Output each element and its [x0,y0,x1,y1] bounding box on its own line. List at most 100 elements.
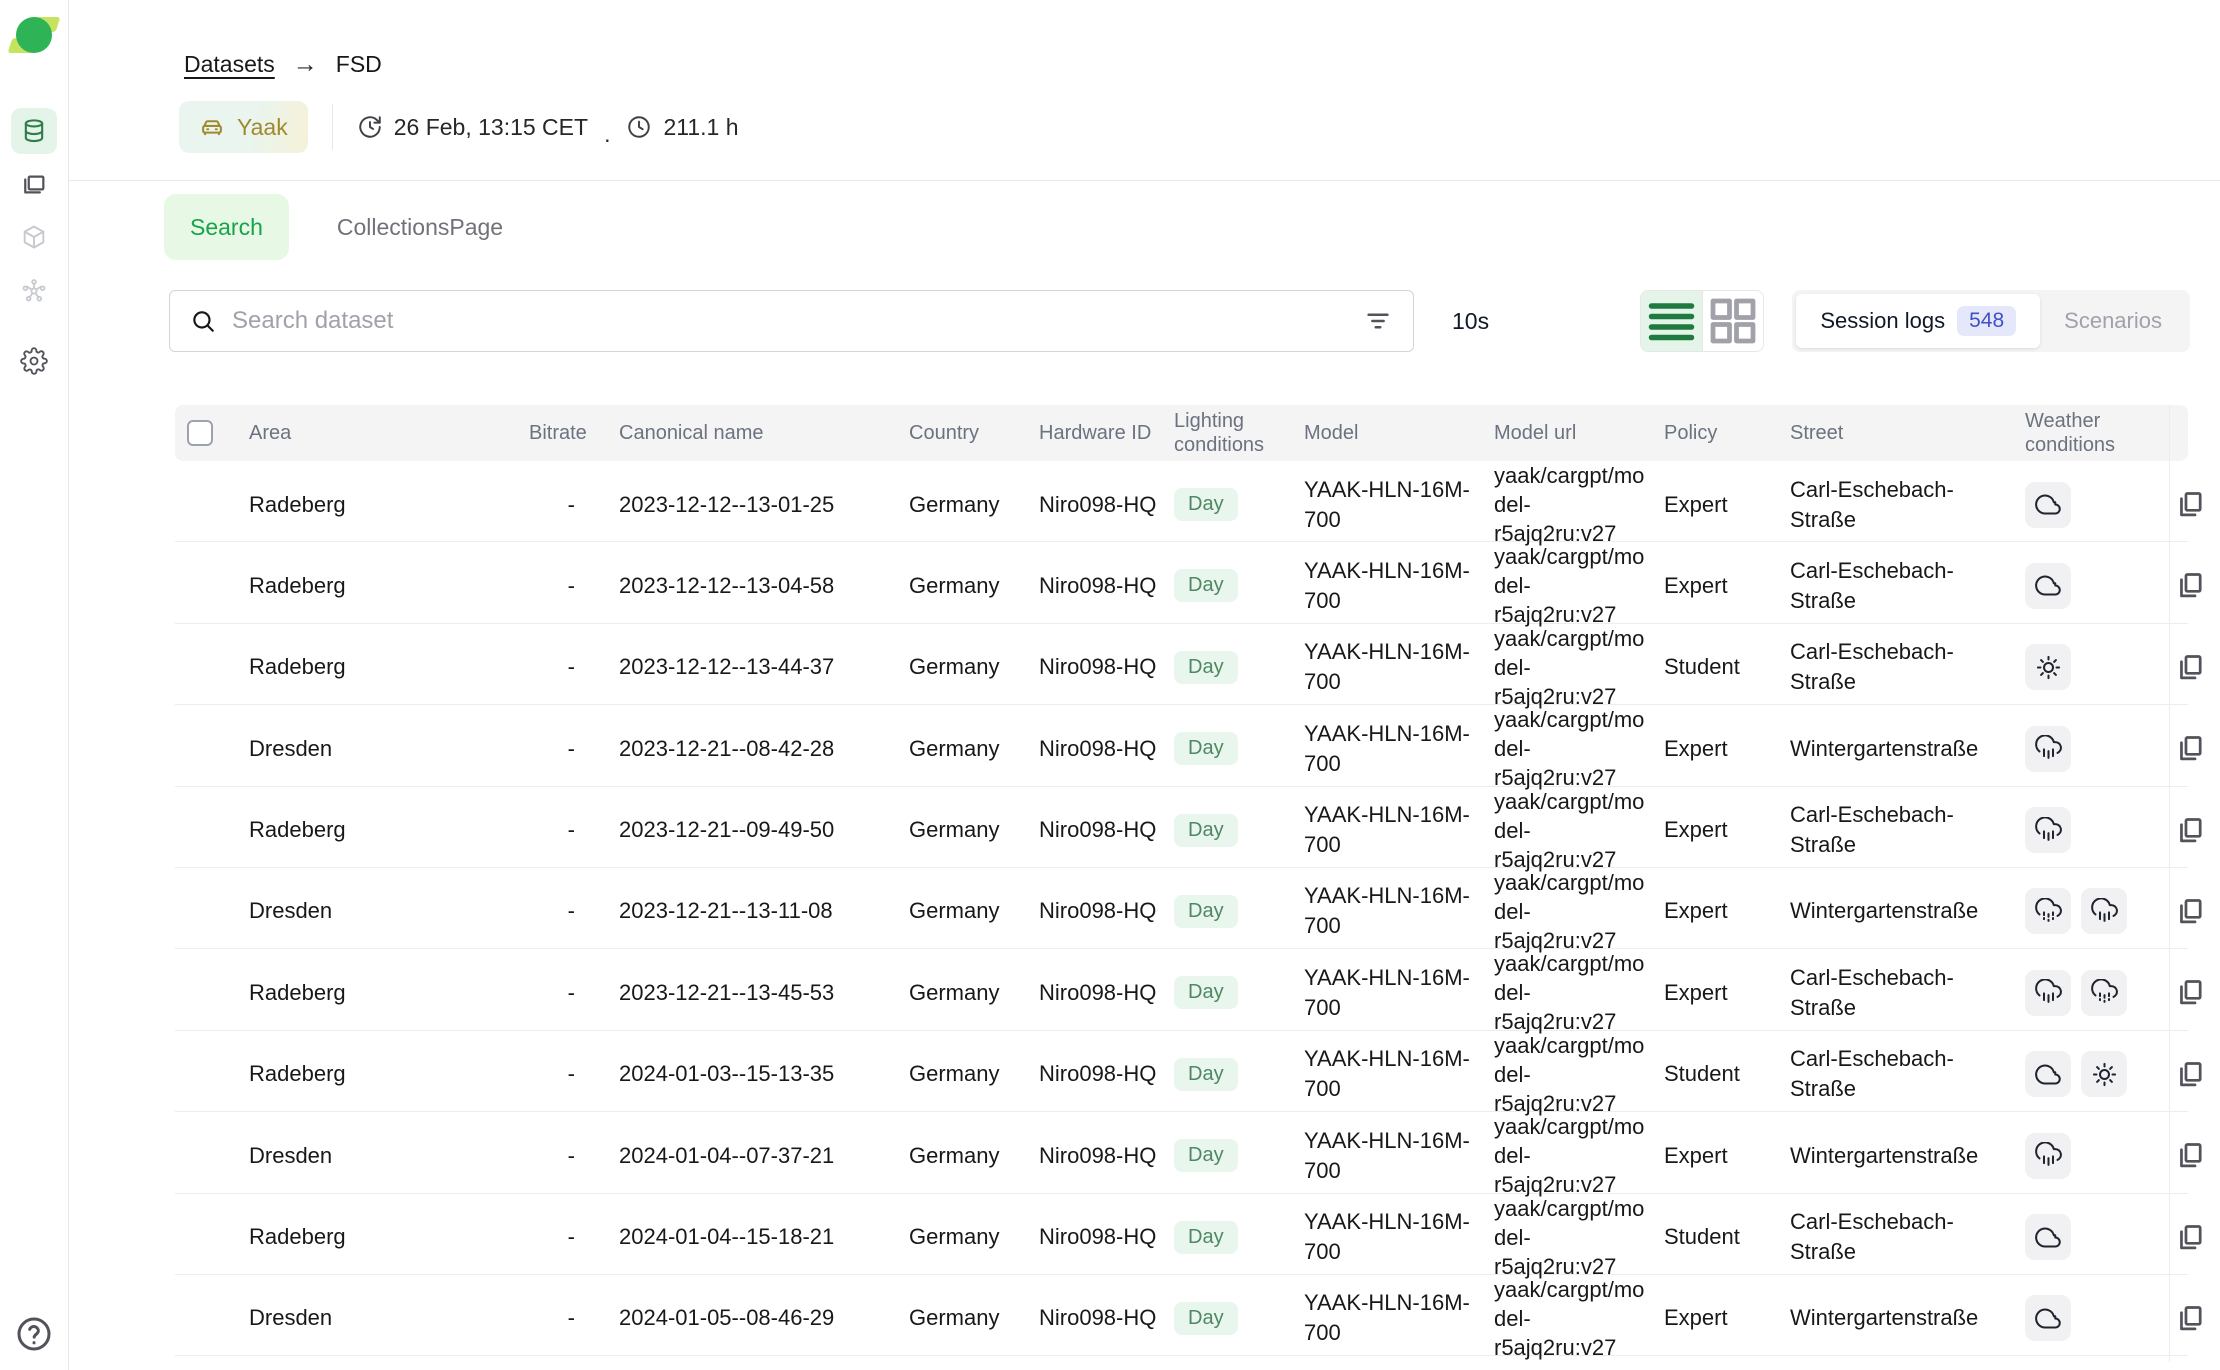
tab-search[interactable]: Search [164,194,289,260]
cell-bitrate: - [515,1141,605,1171]
rain-icon [2035,979,2062,1006]
table-row[interactable]: Dresden-2023-12-21--13-11-08GermanyNiro0… [175,868,2188,949]
breadcrumb-datasets-link[interactable]: Datasets [184,51,275,78]
table-row[interactable]: Radeberg-2023-12-12--13-04-58GermanyNiro… [175,542,2188,623]
column-header-hardware-id: Hardware ID [1025,421,1160,445]
copy-icon [2175,896,2206,927]
copy-button[interactable] [2170,566,2210,606]
cell-policy: Student [1650,1222,1776,1252]
select-all-checkbox[interactable] [187,420,213,446]
search-box [169,290,1414,352]
cell-area: Radeberg [235,652,515,682]
sidebar-item-database[interactable] [11,108,57,154]
total-duration-label: 211.1 h [663,114,738,141]
cell-model-url: yaak/cargpt/model-r5ajq2ru:v27 [1480,1275,1650,1362]
cell-hardware-id: Niro098-HQ [1025,896,1160,926]
cell-country: Germany [895,896,1025,926]
cell-weather [2011,726,2169,772]
copy-button[interactable] [2170,1136,2210,1176]
column-header-lighting-conditions: Lighting conditions [1160,409,1290,457]
help-button[interactable] [14,1314,54,1354]
sidebar-item-cube[interactable] [11,214,57,260]
column-header-street: Street [1776,421,2011,445]
table-row[interactable]: Radeberg-2023-12-12--13-44-37GermanyNiro… [175,624,2188,705]
copy-icon [2175,733,2206,764]
database-icon [20,117,48,145]
cell-area: Dresden [235,734,515,764]
dataset-meta: Yaak 26 Feb, 13:15 CET . 211.1 h [179,101,738,153]
column-header-model: Model [1290,421,1480,445]
grid-view-button[interactable] [1702,291,1763,351]
scenarios-tab[interactable]: Scenarios [2040,294,2186,348]
search-icon [190,308,216,334]
table-row[interactable]: Radeberg-2023-12-21--09-49-50GermanyNiro… [175,787,2188,868]
sidebar-nav [0,54,68,384]
cell-lighting: Day [1160,1221,1290,1254]
collections-icon [20,169,48,197]
cell-actions [2169,1031,2210,1118]
cell-model-url: yaak/cargpt/model-r5ajq2ru:v27 [1480,787,1650,874]
cell-model-url: yaak/cargpt/model-r5ajq2ru:v27 [1480,1112,1650,1199]
cell-model: YAAK-HLN-16M-700 [1290,1207,1480,1267]
table-row[interactable]: Dresden-2023-12-21--08-42-28GermanyNiro0… [175,705,2188,786]
sidebar-item-collections[interactable] [11,160,57,206]
search-input[interactable] [232,307,1347,335]
weather-chip [2025,644,2071,690]
copy-button[interactable] [2170,810,2210,850]
cell-model: YAAK-HLN-16M-700 [1290,475,1480,535]
cell-model-url: yaak/cargpt/model-r5ajq2ru:v27 [1480,624,1650,711]
cell-weather [2011,807,2169,853]
copy-button[interactable] [2170,1054,2210,1094]
tab-collectionspage[interactable]: CollectionsPage [311,194,529,260]
copy-button[interactable] [2170,485,2210,525]
session-logs-label: Session logs [1820,308,1945,334]
table-row[interactable]: Radeberg-2023-12-12--13-01-25GermanyNiro… [175,461,2188,542]
lighting-badge: Day [1174,1302,1238,1335]
cell-canonical-name: 2023-12-12--13-01-25 [605,490,895,520]
cell-hardware-id: Niro098-HQ [1025,978,1160,1008]
copy-button[interactable] [2170,973,2210,1013]
lighting-badge: Day [1174,488,1238,521]
copy-button[interactable] [2170,729,2210,769]
table-row[interactable]: Dresden-2024-01-05--08-46-29GermanyNiro0… [175,1275,2188,1356]
cell-weather [2011,1051,2169,1097]
cell-country: Germany [895,734,1025,764]
cell-street: Carl-Eschebach-Straße [1776,556,2011,616]
cube-icon [20,223,48,251]
copy-button[interactable] [2170,891,2210,931]
sidebar-item-settings[interactable] [11,338,57,384]
list-view-button[interactable] [1641,291,1702,351]
cell-area: Dresden [235,1141,515,1171]
table-row[interactable]: Radeberg-2024-01-03--15-13-35GermanyNiro… [175,1031,2188,1112]
copy-button[interactable] [2170,1298,2210,1338]
vehicle-badge[interactable]: Yaak [179,101,308,153]
sidebar-item-network[interactable] [11,268,57,314]
table-row[interactable]: Dresden-2024-01-04--07-37-21GermanyNiro0… [175,1112,2188,1193]
drizzle-icon [2091,979,2118,1006]
weather-chip [2025,1214,2071,1260]
cell-model: YAAK-HLN-16M-700 [1290,1288,1480,1348]
datasets-table: AreaBitrateCanonical nameCountryHardware… [175,405,2188,1356]
mode-switch: Session logs 548 Scenarios [1792,290,2190,352]
breadcrumb: Datasets → FSD [184,50,382,79]
cell-model-url: yaak/cargpt/model-r5ajq2ru:v27 [1480,1194,1650,1281]
copy-icon [2175,815,2206,846]
cell-model: YAAK-HLN-16M-700 [1290,1126,1480,1186]
copy-button[interactable] [2170,1217,2210,1257]
cell-model: YAAK-HLN-16M-700 [1290,637,1480,697]
filter-button[interactable] [1363,306,1393,336]
table-row[interactable]: Radeberg-2023-12-21--13-45-53GermanyNiro… [175,949,2188,1030]
breadcrumb-arrow-icon: → [293,50,318,79]
table-row[interactable]: Radeberg-2024-01-04--15-18-21GermanyNiro… [175,1194,2188,1275]
cell-actions [2169,787,2210,874]
cell-lighting: Day [1160,651,1290,684]
cell-country: Germany [895,1222,1025,1252]
session-logs-tab[interactable]: Session logs 548 [1796,294,2040,348]
cell-actions [2169,542,2210,629]
cloud-icon [2035,1224,2062,1251]
lighting-badge: Day [1174,732,1238,765]
cell-country: Germany [895,815,1025,845]
copy-button[interactable] [2170,647,2210,687]
cell-policy: Expert [1650,978,1776,1008]
meta-separator: . [604,121,610,148]
